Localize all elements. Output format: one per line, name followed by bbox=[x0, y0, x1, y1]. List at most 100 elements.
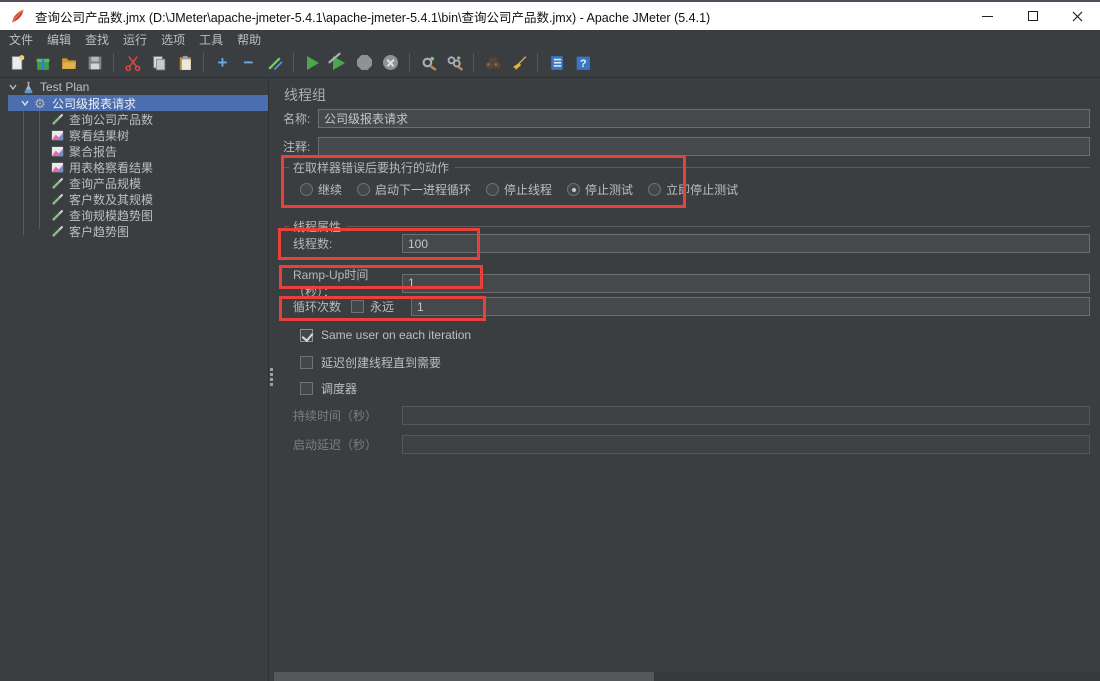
threads-label: 线程数: bbox=[293, 235, 402, 252]
duration-input[interactable] bbox=[402, 406, 1090, 425]
forever-checkbox[interactable] bbox=[351, 300, 364, 313]
sampler-pipette-icon bbox=[50, 112, 64, 126]
minimize-button[interactable] bbox=[965, 2, 1010, 30]
startup-delay-label: 启动延迟（秒） bbox=[293, 436, 402, 453]
menu-edit[interactable]: 编辑 bbox=[40, 31, 78, 48]
tree-item-label: 客户趋势图 bbox=[69, 223, 129, 240]
loop-count-input[interactable] bbox=[411, 297, 1090, 316]
copy-button[interactable] bbox=[146, 50, 171, 75]
tree-item-thread-group[interactable]: ⚙ 公司级报表请求 bbox=[8, 95, 268, 111]
start-no-pauses-button[interactable] bbox=[326, 50, 351, 75]
tree-item-test-plan[interactable]: Test Plan bbox=[8, 79, 268, 95]
save-button[interactable] bbox=[82, 50, 107, 75]
templates-button[interactable] bbox=[30, 50, 55, 75]
collapse-all-icon: − bbox=[244, 54, 254, 71]
radio-stop-test-now[interactable]: 立即停止测试 bbox=[648, 181, 738, 198]
radio-stop-test[interactable]: 停止测试 bbox=[567, 181, 633, 198]
clear-icon bbox=[420, 54, 438, 72]
listener-chart-icon bbox=[50, 160, 64, 174]
rampup-input[interactable] bbox=[402, 274, 1090, 293]
close-button[interactable] bbox=[1055, 2, 1100, 30]
tree-item-listener[interactable]: 用表格察看结果 bbox=[8, 159, 268, 175]
menu-search[interactable]: 查找 bbox=[78, 31, 116, 48]
search-button[interactable] bbox=[480, 50, 505, 75]
stop-button[interactable] bbox=[352, 50, 377, 75]
comments-label: 注释: bbox=[283, 138, 318, 155]
page-title: 线程组 bbox=[284, 85, 326, 105]
expand-all-button[interactable]: + bbox=[210, 50, 235, 75]
name-input[interactable] bbox=[318, 109, 1090, 128]
clear-all-button[interactable] bbox=[442, 50, 467, 75]
help-button[interactable]: ? bbox=[570, 50, 595, 75]
chevron-down-icon bbox=[8, 82, 18, 92]
comments-input[interactable] bbox=[318, 137, 1090, 156]
titlebar: 查询公司产品数.jmx (D:\JMeter\apache-jmeter-5.4… bbox=[0, 0, 1100, 30]
function-helper-button[interactable] bbox=[544, 50, 569, 75]
menu-options[interactable]: 选项 bbox=[154, 31, 192, 48]
menu-run[interactable]: 运行 bbox=[116, 31, 154, 48]
expand-all-icon: + bbox=[218, 54, 228, 71]
new-file-icon bbox=[8, 54, 26, 72]
listener-chart-icon bbox=[50, 128, 64, 142]
tree-item-sampler[interactable]: 客户数及其规模 bbox=[8, 191, 268, 207]
splitter-grip bbox=[270, 368, 273, 386]
toolbar-separator bbox=[409, 53, 410, 72]
paste-button[interactable] bbox=[172, 50, 197, 75]
radio-icon bbox=[300, 183, 313, 196]
new-file-button[interactable] bbox=[4, 50, 29, 75]
cut-button[interactable] bbox=[120, 50, 145, 75]
sampler-pipette-icon bbox=[50, 224, 64, 238]
radio-label: 停止线程 bbox=[504, 181, 552, 198]
broom-icon bbox=[510, 54, 528, 72]
startup-delay-input[interactable] bbox=[402, 435, 1090, 454]
close-icon bbox=[1072, 11, 1083, 22]
maximize-button[interactable] bbox=[1010, 2, 1055, 30]
scheduler-checkbox[interactable] bbox=[300, 382, 313, 395]
same-user-label: Same user on each iteration bbox=[321, 328, 471, 342]
test-plan-icon bbox=[21, 80, 35, 94]
menu-tools[interactable]: 工具 bbox=[192, 31, 230, 48]
thread-group-gear-icon: ⚙ bbox=[33, 96, 47, 110]
tree-item-sampler[interactable]: 查询产品规模 bbox=[8, 175, 268, 191]
menu-file[interactable]: 文件 bbox=[2, 31, 40, 48]
tree-item-label: 聚合报告 bbox=[69, 143, 117, 160]
toolbar-separator bbox=[203, 53, 204, 72]
horizontal-scrollbar-thumb[interactable] bbox=[274, 672, 654, 681]
sampler-pipette-icon bbox=[50, 208, 64, 222]
svg-text:?: ? bbox=[579, 57, 586, 69]
radio-continue[interactable]: 继续 bbox=[300, 181, 342, 198]
start-button[interactable] bbox=[300, 50, 325, 75]
tree-item-label: 用表格察看结果 bbox=[69, 159, 153, 176]
collapse-all-button[interactable]: − bbox=[236, 50, 261, 75]
radio-start-next-loop[interactable]: 启动下一进程循环 bbox=[357, 181, 471, 198]
cut-icon bbox=[124, 54, 142, 72]
tree-item-label: 察看结果树 bbox=[69, 127, 129, 144]
reset-search-button[interactable] bbox=[506, 50, 531, 75]
open-file-button[interactable] bbox=[56, 50, 81, 75]
toggle-button[interactable] bbox=[262, 50, 287, 75]
delayed-start-checkbox[interactable] bbox=[300, 356, 313, 369]
tree-item-listener[interactable]: 聚合报告 bbox=[8, 143, 268, 159]
tree-item-label: Test Plan bbox=[40, 80, 89, 94]
jmeter-window: 查询公司产品数.jmx (D:\JMeter\apache-jmeter-5.4… bbox=[0, 0, 1100, 681]
same-user-checkbox[interactable] bbox=[300, 329, 313, 342]
radio-stop-thread[interactable]: 停止线程 bbox=[486, 181, 552, 198]
sampler-pipette-icon bbox=[50, 192, 64, 206]
menu-help[interactable]: 帮助 bbox=[230, 31, 268, 48]
tree-item-sampler[interactable]: 客户趋势图 bbox=[8, 223, 268, 239]
shutdown-button[interactable] bbox=[378, 50, 403, 75]
tree-item-sampler[interactable]: 查询规模趋势图 bbox=[8, 207, 268, 223]
toolbar: + − bbox=[0, 48, 1100, 78]
paste-icon bbox=[176, 54, 194, 72]
tree-item-listener[interactable]: 察看结果树 bbox=[8, 127, 268, 143]
on-error-radio-group: 继续 启动下一进程循环 停止线程 停止测试 立即停止测试 bbox=[300, 181, 738, 198]
sampler-pipette-icon bbox=[50, 176, 64, 190]
threads-input[interactable] bbox=[402, 234, 1090, 253]
toggle-icon bbox=[266, 54, 284, 72]
forever-label: 永远 bbox=[370, 298, 394, 315]
tree-item-sampler[interactable]: 查询公司产品数 bbox=[8, 111, 268, 127]
horizontal-scrollbar[interactable] bbox=[274, 672, 1100, 681]
stop-icon bbox=[357, 55, 372, 70]
clear-button[interactable] bbox=[416, 50, 441, 75]
clear-all-icon bbox=[446, 54, 464, 72]
